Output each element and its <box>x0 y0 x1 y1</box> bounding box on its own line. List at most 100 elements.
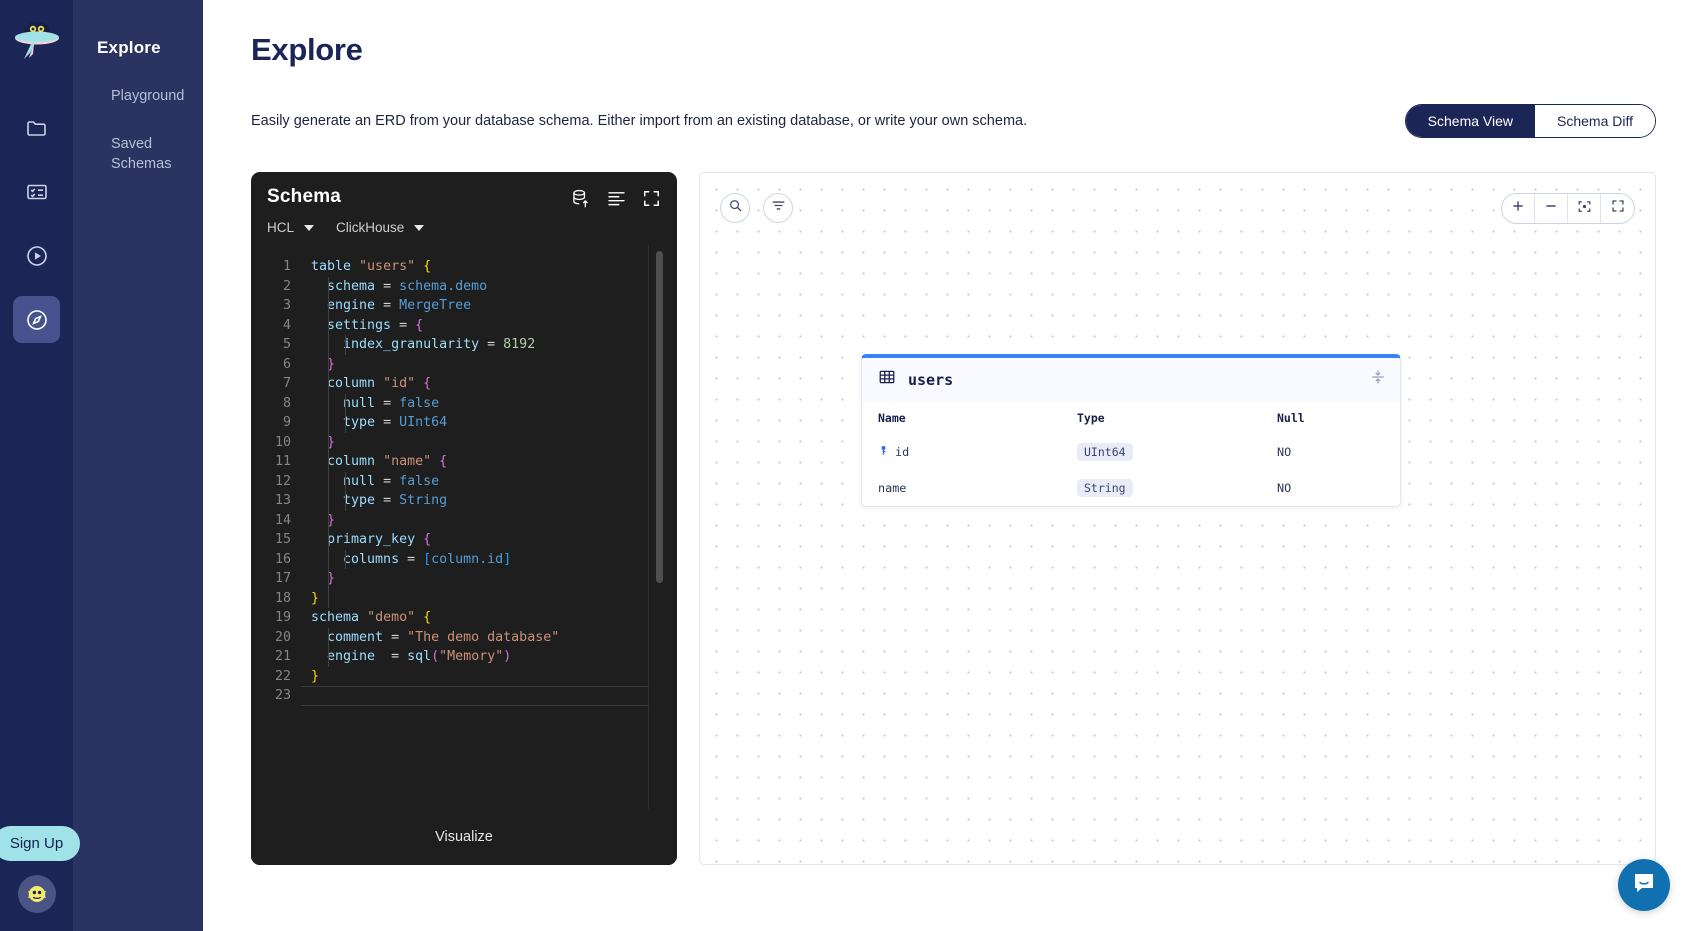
sidebar-item-saved-schemas[interactable]: Saved Schemas <box>97 134 193 174</box>
table-row[interactable]: name String NO <box>862 470 1400 506</box>
ufo-logo-icon[interactable] <box>9 12 65 68</box>
page-title: Explore <box>251 32 1656 68</box>
line-number: 11 <box>263 452 291 472</box>
erd-col-header-type: Type <box>1077 401 1277 434</box>
line-number: 6 <box>263 355 291 375</box>
language-select[interactable]: HCL <box>267 220 314 235</box>
line-number: 4 <box>263 316 291 336</box>
indent-guide <box>328 628 329 667</box>
view-toggle: Schema View Schema Diff <box>1405 104 1656 138</box>
tab-schema-view[interactable]: Schema View <box>1406 105 1535 137</box>
folder-icon <box>25 116 49 140</box>
search-schema-button[interactable] <box>720 193 750 223</box>
erd-table-name: users <box>908 371 953 389</box>
rail-bottom: Sign Up <box>0 826 73 913</box>
avatar[interactable] <box>18 875 56 913</box>
editor-scrollbar-thumb[interactable] <box>656 251 663 583</box>
line-number: 21 <box>263 647 291 667</box>
tab-schema-diff[interactable]: Schema Diff <box>1535 105 1655 137</box>
icon-rail: Sign Up <box>0 0 73 931</box>
line-number: 22 <box>263 667 291 687</box>
code-editor[interactable]: 1234567891011121314151617181920212223 ta… <box>263 245 677 809</box>
fit-view-button[interactable] <box>1601 194 1634 223</box>
line-number: 18 <box>263 589 291 609</box>
code-line: } <box>311 433 677 453</box>
zoom-out-button[interactable] <box>1535 194 1568 223</box>
database-import-icon[interactable] <box>570 188 591 214</box>
rail-nav <box>13 104 60 343</box>
code-line <box>311 686 677 706</box>
line-number: 20 <box>263 628 291 648</box>
code-line: } <box>311 511 677 531</box>
erd-canvas[interactable]: users Name <box>699 172 1656 865</box>
code-line: index_granularity = 8192 <box>311 335 677 355</box>
sidebar-item-playground[interactable]: Playground <box>97 86 193 106</box>
code-line: type = String <box>311 491 677 511</box>
fullscreen-icon[interactable] <box>642 189 661 213</box>
code-line: column "id" { <box>311 374 677 394</box>
code-area: 1234567891011121314151617181920212223 ta… <box>263 245 677 706</box>
app-root: Sign Up Explore Playground Saved Schemas… <box>0 0 1692 931</box>
erd-columns-table: Name Type Null <box>862 401 1400 506</box>
collapse-rows-icon[interactable] <box>1370 369 1386 390</box>
erd-row-type: String <box>1077 479 1133 497</box>
fit-icon <box>1611 199 1625 218</box>
center-view-button[interactable] <box>1568 194 1601 223</box>
erd-header-left: users <box>878 368 953 391</box>
table-grid-icon <box>878 368 896 391</box>
erd-table-head-row: Name Type Null <box>862 401 1400 434</box>
indent-guide <box>345 550 346 570</box>
code-line: settings = { <box>311 316 677 336</box>
line-number: 8 <box>263 394 291 414</box>
line-number: 13 <box>263 491 291 511</box>
erd-table-header: users <box>862 358 1400 401</box>
code-line: } <box>311 569 677 589</box>
table-row[interactable]: id UInt64 NO <box>862 434 1400 470</box>
code-line: schema = schema.demo <box>311 277 677 297</box>
rail-item-tasks[interactable] <box>13 168 60 215</box>
line-number: 12 <box>263 472 291 492</box>
line-number: 19 <box>263 608 291 628</box>
sidebar: Explore Playground Saved Schemas <box>73 0 203 931</box>
main-content: Explore Easily generate an ERD from your… <box>203 0 1692 931</box>
play-circle-icon <box>25 244 49 268</box>
rail-item-explore[interactable] <box>13 296 60 343</box>
rail-item-projects[interactable] <box>13 104 60 151</box>
page-subtitle: Easily generate an ERD from your databas… <box>251 113 1027 129</box>
canvas-tools-left <box>720 193 793 223</box>
code-line: engine = MergeTree <box>311 296 677 316</box>
key-icon <box>878 445 889 459</box>
erd-row-null: NO <box>1277 434 1400 470</box>
filter-icon <box>771 198 786 218</box>
dialect-select[interactable]: ClickHouse <box>336 220 424 235</box>
filter-schema-button[interactable] <box>763 193 793 223</box>
erd-col-header-null: Null <box>1277 401 1400 434</box>
line-number: 7 <box>263 374 291 394</box>
sign-up-button[interactable]: Sign Up <box>0 826 80 861</box>
plus-icon <box>1511 199 1525 218</box>
editor-actions <box>570 186 661 214</box>
minus-icon <box>1544 199 1558 218</box>
visualize-button[interactable]: Visualize <box>251 809 677 865</box>
intercom-launcher[interactable] <box>1618 859 1670 911</box>
line-number: 1 <box>263 257 291 277</box>
dialect-select-value: ClickHouse <box>336 220 404 235</box>
code-line: } <box>311 589 677 609</box>
line-number-gutter: 1234567891011121314151617181920212223 <box>263 257 301 706</box>
editor-scrollbar[interactable] <box>656 245 663 809</box>
schema-editor-panel: Schema <box>251 172 677 865</box>
line-number: 23 <box>263 686 291 706</box>
editor-title: Schema <box>267 186 341 208</box>
sidebar-list: Playground Saved Schemas <box>97 86 203 174</box>
line-number: 15 <box>263 530 291 550</box>
format-lines-icon[interactable] <box>606 188 627 214</box>
focus-icon <box>1577 199 1592 219</box>
erd-table-node[interactable]: users Name <box>861 354 1401 507</box>
rail-item-run[interactable] <box>13 232 60 279</box>
code-lines: table "users" { schema = schema.demo eng… <box>301 257 677 706</box>
code-line: } <box>311 667 677 687</box>
line-number: 3 <box>263 296 291 316</box>
zoom-in-button[interactable] <box>1502 194 1535 223</box>
sidebar-title: Explore <box>97 38 203 58</box>
line-number: 14 <box>263 511 291 531</box>
